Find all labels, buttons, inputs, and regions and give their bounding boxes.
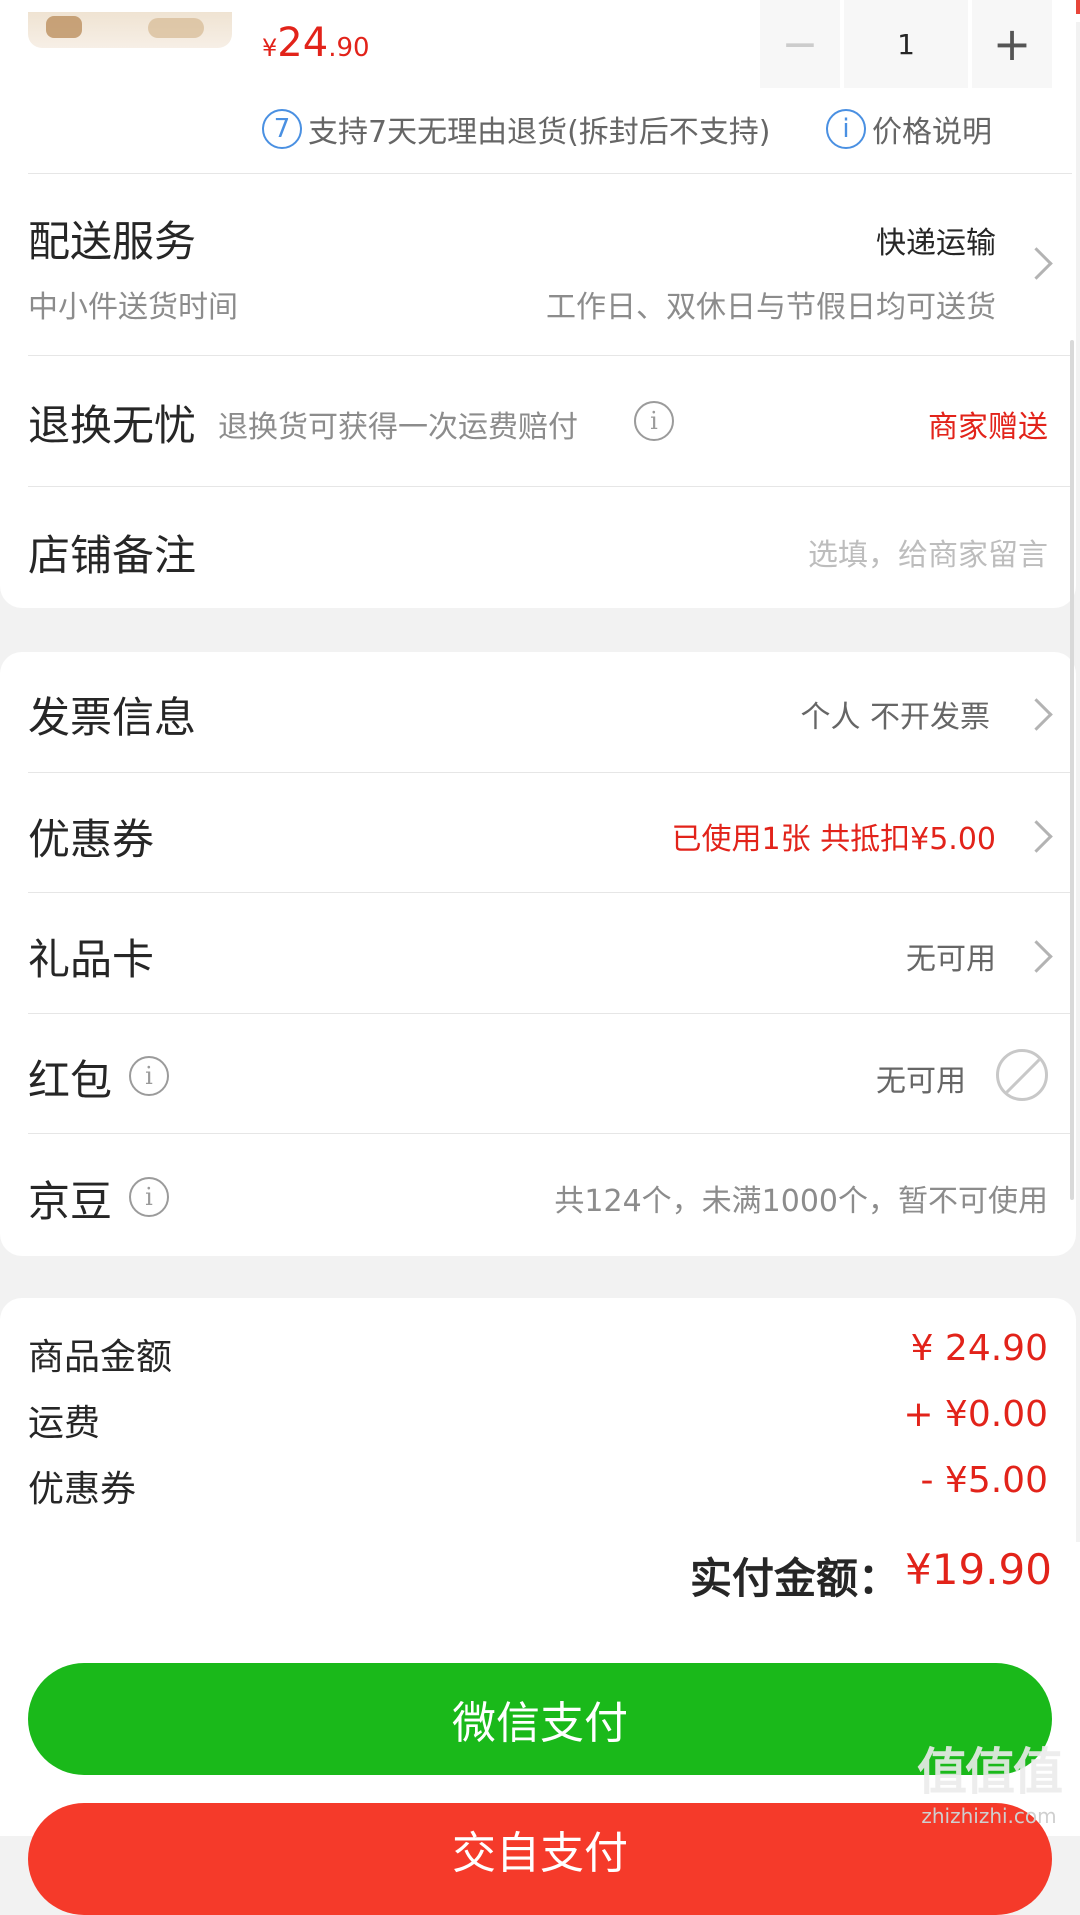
coupon-summary-label: 优惠券 xyxy=(28,1469,137,1510)
quantity-input[interactable]: 1 xyxy=(844,0,968,88)
coupon-value: 已使用1张 共抵扣¥5.00 xyxy=(671,822,996,857)
wechat-pay-button[interactable]: 微信支付 xyxy=(28,1663,1052,1775)
invoice-value: 个人 不开发票 xyxy=(800,700,990,735)
divider xyxy=(28,772,1072,773)
other-pay-button[interactable]: 交自支付 xyxy=(28,1803,1052,1915)
unavailable-icon xyxy=(996,1049,1048,1101)
order-card: ¥24.90 − 1 + 7 支持7天无理由退货(拆封后不支持) i 价格说明 … xyxy=(0,0,1076,608)
info-icon[interactable]: i xyxy=(129,1177,169,1217)
goods-amount-value: ¥ 24.90 xyxy=(910,1328,1048,1369)
shop-note-input[interactable]: 选填，给商家留言 xyxy=(808,530,1048,574)
red-packet-title: 红包 xyxy=(28,1056,113,1105)
divider xyxy=(28,173,1072,174)
return-worry-desc: 退换货可获得一次运费赔付 xyxy=(218,410,578,445)
divider xyxy=(28,1013,1072,1014)
delivery-subtitle: 中小件送货时间 xyxy=(28,290,238,325)
jingdou-value: 共124个，未满1000个，暂不可使用 xyxy=(554,1184,1048,1219)
chevron-right-icon xyxy=(1020,940,1053,973)
return-policy-text: 支持7天无理由退货(拆封后不支持) xyxy=(308,115,771,150)
return-worry-title: 退换无忧 xyxy=(28,401,197,450)
divider xyxy=(28,355,1072,356)
red-packet-value: 无可用 xyxy=(876,1064,966,1099)
jingdou-title: 京豆 xyxy=(28,1177,113,1226)
chevron-right-icon xyxy=(1020,247,1053,280)
shipping-value: + ¥0.00 xyxy=(903,1394,1048,1435)
minus-button[interactable]: − xyxy=(760,0,840,88)
divider xyxy=(28,892,1072,893)
site-watermark: 值值值 zhizhizhi.com xyxy=(914,1732,1064,1828)
shipping-label: 运费 xyxy=(28,1403,101,1444)
divider xyxy=(28,486,1072,487)
price-explain-text: 价格说明 xyxy=(872,115,992,150)
chevron-right-icon xyxy=(1020,820,1053,853)
seven-day-return-icon: 7 xyxy=(262,109,302,149)
divider xyxy=(28,1133,1072,1134)
invoice-title: 发票信息 xyxy=(28,693,197,742)
goods-amount-label: 商品金额 xyxy=(28,1337,173,1378)
gift-card-value: 无可用 xyxy=(906,942,996,977)
gift-card-title: 礼品卡 xyxy=(28,935,155,984)
watermark-url: zhizhizhi.com xyxy=(921,1804,1057,1828)
info-icon: i xyxy=(826,109,866,149)
price-summary-card: 商品金额 ¥ 24.90 运费 + ¥0.00 优惠券 - ¥5.00 xyxy=(0,1298,1076,1546)
watermark-logo: 值值值 xyxy=(917,1743,1063,1801)
delivery-method: 快递运输 xyxy=(876,226,996,261)
scrollbar[interactable] xyxy=(1070,340,1074,1200)
quantity-stepper: − 1 + xyxy=(760,0,1052,88)
total-label: 实付金额： xyxy=(690,1554,901,1603)
delivery-title: 配送服务 xyxy=(28,217,197,266)
product-image[interactable] xyxy=(28,12,232,48)
benefits-card: 发票信息 个人 不开发票 优惠券 已使用1张 共抵扣¥5.00 礼品卡 无可用 … xyxy=(0,652,1076,1256)
delivery-time: 工作日、双休日与节假日均可送货 xyxy=(546,290,996,325)
return-worry-value: 商家赠送 xyxy=(928,410,1048,445)
total-value: ¥19.90 xyxy=(905,1545,1052,1594)
plus-button[interactable]: + xyxy=(972,0,1052,88)
price-explain-link[interactable]: i 价格说明 xyxy=(826,106,992,152)
shop-note-title: 店铺备注 xyxy=(28,531,197,580)
coupon-title: 优惠券 xyxy=(28,815,155,864)
return-policy[interactable]: 7 支持7天无理由退货(拆封后不支持) xyxy=(262,106,771,152)
product-price: ¥24.90 xyxy=(262,20,370,66)
info-icon[interactable]: i xyxy=(634,401,674,441)
info-icon[interactable]: i xyxy=(129,1056,169,1096)
coupon-summary-value: - ¥5.00 xyxy=(920,1460,1049,1501)
chevron-right-icon xyxy=(1020,698,1053,731)
